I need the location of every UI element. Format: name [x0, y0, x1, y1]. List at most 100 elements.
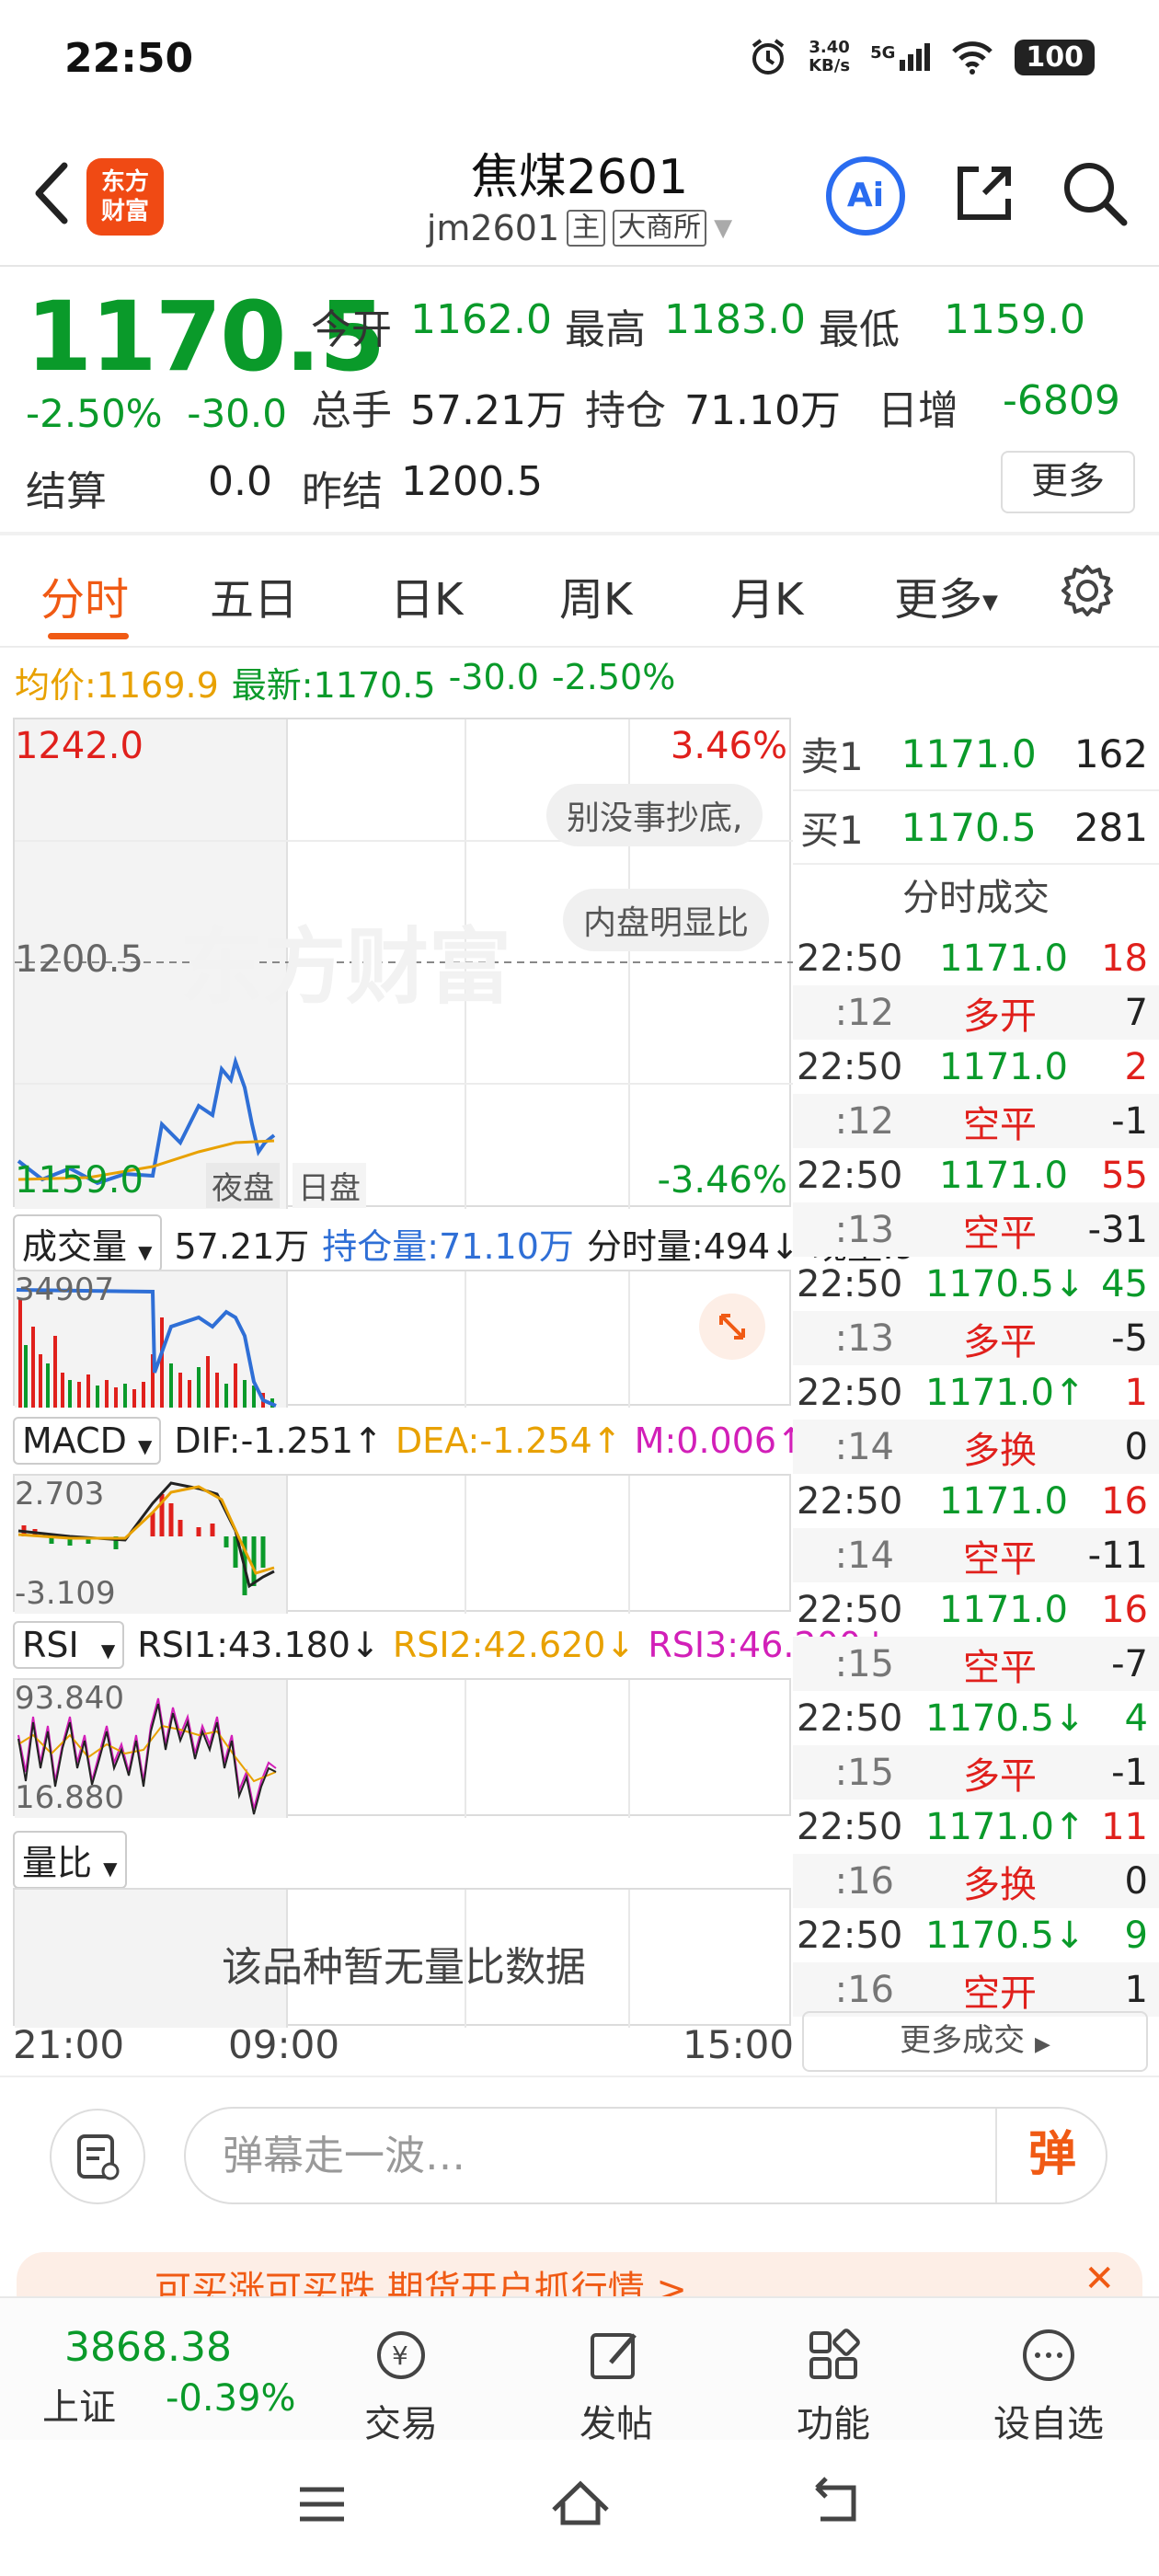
y-axis-mid: 1200.5: [15, 938, 143, 981]
share-icon[interactable]: [947, 156, 1021, 230]
pct-top: 3.46%: [670, 725, 787, 767]
rsi-chart-panel[interactable]: 93.840 16.880: [13, 1678, 791, 1818]
danmu-bubble[interactable]: 内盘明显比: [563, 889, 770, 951]
page-title: 焦煤2601: [470, 150, 689, 205]
index-name[interactable]: 上证: [42, 2377, 116, 2431]
index-change[interactable]: -0.39%: [166, 2377, 296, 2420]
watermark: 东方财富: [180, 919, 511, 1016]
nav-trade[interactable]: ¥ 交易: [364, 2326, 438, 2447]
trade-oi-change: -1: [1111, 1751, 1148, 1794]
caret-down-icon: ▼: [714, 214, 733, 242]
svg-text:¥: ¥: [392, 2340, 408, 2371]
trade-volume: 16: [1101, 1588, 1148, 1631]
volume-chart-panel[interactable]: 34907: [13, 1270, 791, 1408]
main-contract-tag: 主: [567, 210, 606, 247]
tab-monthly-k[interactable]: 月K: [730, 563, 803, 627]
trade-price: 1170.5↓: [925, 1696, 1085, 1740]
home-icon[interactable]: [548, 2473, 613, 2532]
macd-y-max: 2.703: [15, 1476, 105, 1512]
tab-intraday[interactable]: 分时: [40, 563, 129, 627]
trade-oi-change: -31: [1087, 1208, 1148, 1251]
tab-daily-k[interactable]: 日K: [390, 563, 463, 627]
more-quote-button[interactable]: 更多: [1001, 451, 1135, 513]
bid-row[interactable]: 买1 1170.5 281: [793, 791, 1159, 865]
trade-second: :15: [834, 1751, 894, 1794]
ask-row[interactable]: 卖1 1171.0 162: [793, 718, 1159, 791]
danmu-send-button[interactable]: 弹: [995, 2109, 1107, 2202]
trade-second: :12: [834, 1099, 894, 1143]
trade-row: 22:50 1171.0 55: [793, 1148, 1159, 1202]
lb-selector[interactable]: 量比 ▼: [13, 1831, 127, 1889]
trade-row: 22:50 1171.0 18: [793, 931, 1159, 985]
trades-list: 22:50 1171.0 18:12 多开 7 22:50 1171.0 2:12 空平 -1 22…: [793, 931, 1159, 2017]
nav-post[interactable]: 发帖: [580, 2326, 653, 2447]
trade-second: :13: [834, 1208, 894, 1251]
trade-oi-change: -7: [1111, 1642, 1148, 1685]
contract-subtitle[interactable]: jm2601 主 大商所 ▼: [350, 208, 809, 248]
ai-button[interactable]: Ai: [826, 156, 905, 236]
back-icon[interactable]: [26, 156, 81, 230]
trade-type: 多平: [963, 1754, 1037, 1798]
trade-price: 1171.0↑: [925, 1371, 1085, 1414]
exchange-tag: 大商所: [613, 210, 707, 247]
quote-row-1: 今开 1162.0 最高 1183.0 最低 1159.0: [311, 296, 1085, 353]
trade-detail-row: :13 多平 -5: [793, 1311, 1159, 1365]
danmu-bubble[interactable]: 别没事抄底,: [546, 784, 763, 846]
trade-row: 22:50 1171.0 2: [793, 1040, 1159, 1094]
tab-active-indicator: [48, 633, 129, 639]
rsi-header: RSI ▼ RSI1:43.180↓ RSI2:42.620↓ RSI3:46.…: [13, 1621, 890, 1669]
danmu-input[interactable]: 弹幕走一波…: [184, 2107, 1107, 2204]
time-axis-start: 21:00: [13, 2022, 125, 2067]
gear-icon[interactable]: [1058, 561, 1117, 620]
section-divider: [0, 532, 1159, 535]
search-icon[interactable]: [1058, 156, 1131, 230]
trade-row: 22:50 1171.0↑ 1: [793, 1365, 1159, 1420]
day-session-label: 日盘: [293, 1163, 366, 1208]
tab-five-day[interactable]: 五日: [210, 563, 298, 627]
tab-divider: [0, 646, 1159, 648]
price-chart-panel[interactable]: 东方财富 1242.0 1200.5 1159.0 3.46% -3.46% 别…: [13, 718, 793, 1209]
trade-detail-row: :14 空平 -11: [793, 1528, 1159, 1582]
nav-functions[interactable]: 功能: [797, 2326, 870, 2447]
battery-indicator: 100: [1015, 39, 1095, 75]
macd-chart-panel[interactable]: 2.703 -3.109: [13, 1474, 791, 1614]
back-nav-icon[interactable]: [806, 2475, 865, 2530]
trade-oi-change: 0: [1124, 1859, 1148, 1903]
macd-selector[interactable]: MACD ▼: [13, 1417, 162, 1465]
trade-type: 多平: [963, 1320, 1037, 1363]
header-divider: [0, 265, 1159, 267]
trade-price: 1171.0: [939, 1588, 1068, 1631]
price-change: -2.50% -30.0: [26, 391, 287, 436]
grid-icon: [809, 2329, 860, 2379]
trade-time: 22:50: [797, 937, 903, 980]
trade-row: 22:50 1170.5↓ 9: [793, 1908, 1159, 1962]
status-icons: 3.40 KB/s 5G 100: [748, 37, 1095, 77]
danmu-settings-icon[interactable]: [50, 2109, 145, 2204]
trade-time: 22:50: [797, 1696, 903, 1740]
expand-icon[interactable]: [699, 1294, 765, 1360]
nav-add-watchlist[interactable]: 设自选: [993, 2326, 1104, 2447]
more-trades-button[interactable]: 更多成交 ▶: [802, 2011, 1148, 2072]
lb-header: 量比 ▼: [13, 1831, 127, 1889]
volume-selector[interactable]: 成交量 ▼: [13, 1214, 162, 1272]
tab-more[interactable]: 更多▼: [894, 563, 998, 627]
trade-detail-row: :14 多换 0: [793, 1420, 1159, 1474]
index-value[interactable]: 3868.38: [64, 2324, 232, 2371]
close-icon[interactable]: ✕: [1084, 2258, 1115, 2300]
quote-row-3: 结算 0.0 昨结 1200.5: [26, 458, 543, 515]
menu-icon[interactable]: [294, 2477, 350, 2532]
rsi-chart-svg: [15, 1680, 630, 1818]
trade-price: 1170.5↓: [925, 1262, 1085, 1305]
trade-second: :16: [834, 1968, 894, 2011]
trade-time: 22:50: [797, 1479, 903, 1523]
trade-price: 1170.5↓: [925, 1914, 1085, 1957]
trade-price: 1171.0: [939, 1045, 1068, 1088]
tab-weekly-k[interactable]: 周K: [559, 563, 632, 627]
signal-icon: 5G: [870, 43, 931, 71]
lb-empty-text: 该品种暂无量比数据: [222, 1944, 586, 1991]
volume-y-max: 34907: [15, 1271, 115, 1308]
trade-second: :13: [834, 1317, 894, 1360]
trade-volume: 16: [1101, 1479, 1148, 1523]
rsi-selector[interactable]: RSI ▼: [13, 1621, 125, 1669]
trade-second: :14: [834, 1425, 894, 1468]
